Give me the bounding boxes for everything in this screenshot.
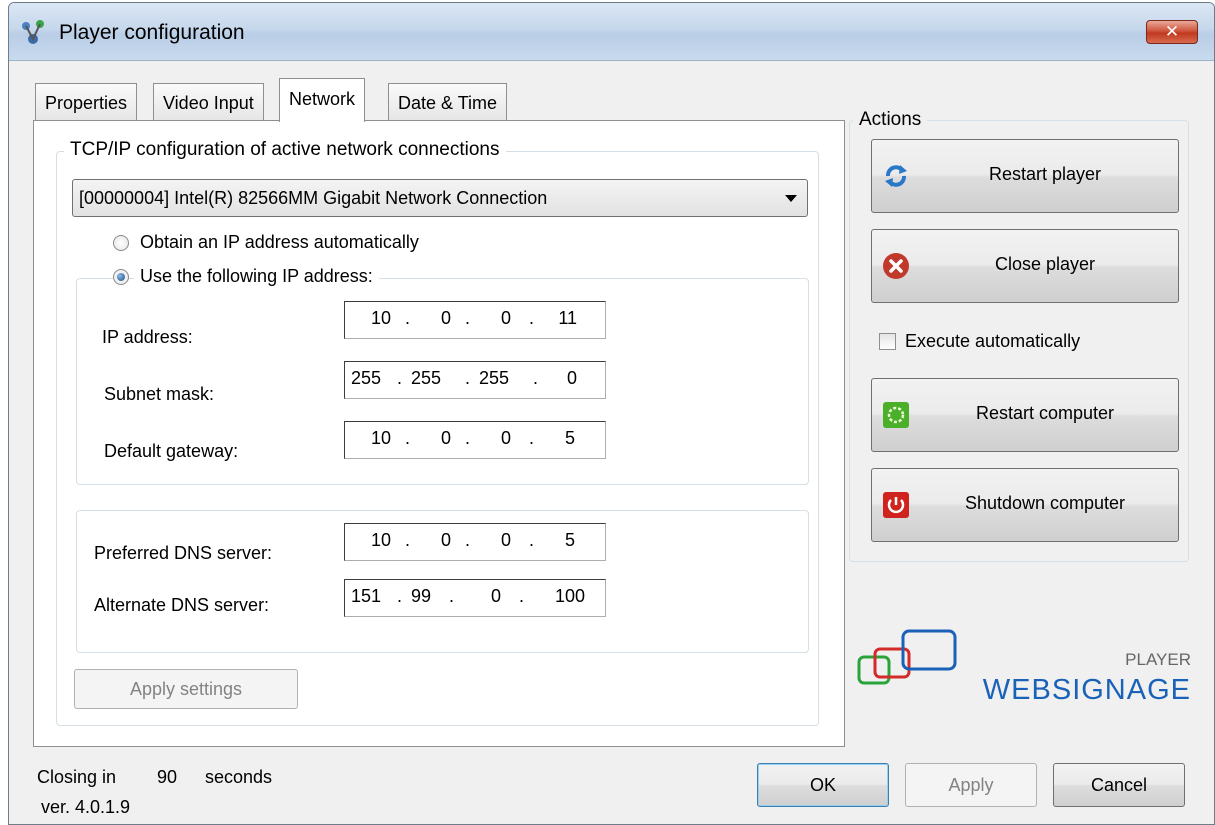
- title-bar[interactable]: Player configuration ✕: [9, 3, 1214, 61]
- radio-use-following-ip-label[interactable]: Use the following IP address:: [134, 266, 379, 287]
- shutdown-computer-label: Shutdown computer: [964, 493, 1126, 513]
- websignage-logo: PLAYER WEBSIGNAGE: [857, 629, 1191, 706]
- subnet-octet-1: 255: [350, 368, 381, 388]
- tab-network[interactable]: Network: [279, 78, 366, 122]
- network-adapter-select[interactable]: [00000004] Intel(R) 82566MM Gigabit Netw…: [72, 179, 808, 217]
- default-gateway-field[interactable]: 10 . 0 . 0 . 5: [344, 421, 606, 459]
- logo-player-text: PLAYER: [1125, 650, 1191, 669]
- restart-computer-icon: [883, 402, 909, 428]
- restart-computer-label: Restart computer: [975, 403, 1115, 423]
- restart-computer-button[interactable]: Restart computer: [871, 378, 1179, 452]
- apply-button[interactable]: Apply: [905, 763, 1037, 807]
- radio-obtain-ip-auto-label[interactable]: Obtain an IP address automatically: [140, 232, 419, 253]
- refresh-icon: [885, 165, 907, 187]
- cancel-button[interactable]: Cancel: [1053, 763, 1185, 807]
- execute-automatically-label[interactable]: Execute automatically: [905, 331, 1080, 352]
- close-circle-icon: [883, 253, 909, 279]
- preferred-dns-field[interactable]: 10 . 0 . 0 . 5: [344, 523, 606, 561]
- radio-use-following-ip[interactable]: [113, 269, 129, 285]
- alternate-dns-label: Alternate DNS server:: [94, 595, 270, 615]
- network-tab-panel: TCP/IP configuration of active network c…: [33, 120, 845, 747]
- tab-properties[interactable]: Properties: [35, 83, 138, 120]
- ip-octet-4: 11: [558, 308, 577, 328]
- version-label: ver. 4.0.1.9: [41, 797, 131, 817]
- dns2-octet-3: 0: [490, 586, 501, 606]
- tab-video-input[interactable]: Video Input: [153, 83, 264, 120]
- ip-octet-2: 0: [440, 308, 451, 328]
- close-icon: ✕: [1164, 22, 1180, 41]
- subnet-octet-2: 255: [410, 368, 441, 388]
- alternate-dns-field[interactable]: 151 . 99 . 0 . 100: [344, 579, 606, 617]
- closing-prefix: Closing in: [37, 767, 117, 787]
- close-player-label: Close player: [994, 254, 1096, 274]
- dns1-octet-1: 10: [370, 530, 391, 550]
- ok-button[interactable]: OK: [757, 763, 889, 807]
- close-player-button[interactable]: Close player: [871, 229, 1179, 303]
- shutdown-computer-button[interactable]: Shutdown computer: [871, 468, 1179, 542]
- subnet-mask-field[interactable]: 255 . 255 . 255 . 0: [344, 361, 606, 399]
- ip-octet-1: 10: [370, 308, 391, 328]
- radio-obtain-ip-auto[interactable]: [113, 235, 129, 251]
- closing-suffix: seconds: [205, 767, 273, 787]
- ip-address-label: IP address:: [102, 327, 193, 347]
- octet-separator: .: [519, 586, 525, 606]
- tab-date-time[interactable]: Date & Time: [388, 83, 508, 120]
- closing-countdown: 90: [157, 767, 178, 787]
- dns1-octet-3: 0: [500, 530, 511, 550]
- chevron-down-icon: [785, 195, 797, 202]
- dns1-octet-4: 5: [564, 530, 575, 550]
- app-icon: [22, 20, 44, 44]
- power-icon: [883, 492, 909, 518]
- subnet-mask-label: Subnet mask:: [104, 384, 215, 404]
- network-adapter-value: [00000004] Intel(R) 82566MM Gigabit Netw…: [79, 188, 548, 208]
- gateway-octet-2: 0: [440, 428, 451, 448]
- window-title: Player configuration: [59, 21, 245, 44]
- logo-websignage-text: WEBSIGNAGE: [983, 674, 1191, 706]
- dns1-octet-2: 0: [440, 530, 451, 550]
- preferred-dns-label: Preferred DNS server:: [94, 543, 273, 563]
- execute-automatically-checkbox[interactable]: [879, 333, 896, 350]
- subnet-octet-3: 255: [478, 368, 509, 388]
- ip-address-field[interactable]: 10 . 0 . 0 . 11: [344, 301, 606, 339]
- default-gateway-label: Default gateway:: [104, 441, 239, 461]
- actions-group-label: Actions: [853, 109, 928, 131]
- close-window-button[interactable]: ✕: [1146, 20, 1198, 44]
- gateway-octet-3: 0: [500, 428, 511, 448]
- subnet-octet-4: 0: [566, 368, 577, 388]
- tcpip-group-label: TCP/IP configuration of active network c…: [64, 139, 506, 161]
- dns2-octet-1: 151: [350, 586, 381, 606]
- gateway-octet-4: 5: [564, 428, 575, 448]
- dns2-octet-4: 100: [554, 586, 585, 606]
- dns2-octet-2: 99: [410, 586, 431, 606]
- restart-player-button[interactable]: Restart player: [871, 139, 1179, 213]
- apply-settings-button[interactable]: Apply settings: [74, 669, 298, 709]
- gateway-octet-1: 10: [370, 428, 391, 448]
- ip-octet-3: 0: [500, 308, 511, 328]
- restart-player-label: Restart player: [988, 164, 1102, 184]
- player-configuration-window: Player configuration ✕ Properties Video …: [8, 2, 1215, 825]
- octet-separator: .: [449, 586, 455, 606]
